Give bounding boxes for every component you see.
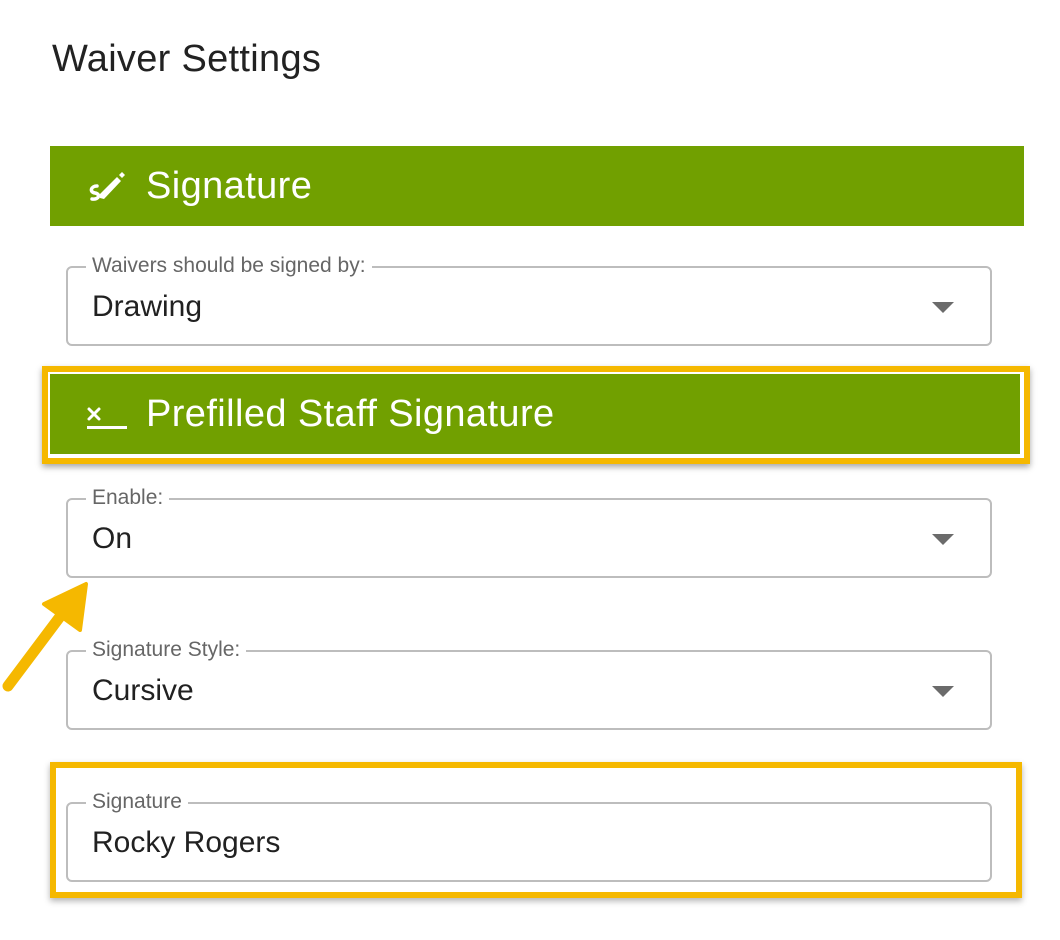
signature-style-select[interactable]: Signature Style: Cursive bbox=[66, 638, 992, 730]
signed-by-select[interactable]: Waivers should be signed by: Drawing bbox=[66, 254, 992, 346]
signature-style-label: Signature Style: bbox=[86, 638, 247, 662]
signed-by-value: Drawing bbox=[92, 290, 203, 323]
page-title: Waiver Settings bbox=[52, 38, 322, 80]
signature-value[interactable]: Rocky Rogers bbox=[92, 826, 280, 860]
enable-value: On bbox=[92, 522, 133, 555]
signature-pen-icon bbox=[84, 164, 128, 208]
signature-label: Signature bbox=[86, 790, 188, 814]
section-header-label: Prefilled Staff Signature bbox=[146, 392, 555, 435]
section-header-prefilled-staff-signature: Prefilled Staff Signature bbox=[50, 374, 1020, 454]
enable-select[interactable]: Enable: On bbox=[66, 486, 992, 578]
enable-label: Enable: bbox=[86, 486, 170, 510]
chevron-down-icon[interactable] bbox=[932, 534, 954, 545]
chevron-down-icon[interactable] bbox=[932, 302, 954, 313]
section-header-label: Signature bbox=[146, 164, 313, 207]
signature-line-icon bbox=[84, 392, 128, 436]
waiver-settings-page: Waiver Settings Signature Waivers should… bbox=[0, 0, 1060, 940]
signed-by-label: Waivers should be signed by: bbox=[86, 254, 372, 278]
signature-input[interactable]: Signature Rocky Rogers bbox=[66, 790, 992, 882]
signature-style-value: Cursive bbox=[92, 674, 194, 707]
chevron-down-icon[interactable] bbox=[932, 686, 954, 697]
section-header-signature: Signature bbox=[50, 146, 1024, 226]
